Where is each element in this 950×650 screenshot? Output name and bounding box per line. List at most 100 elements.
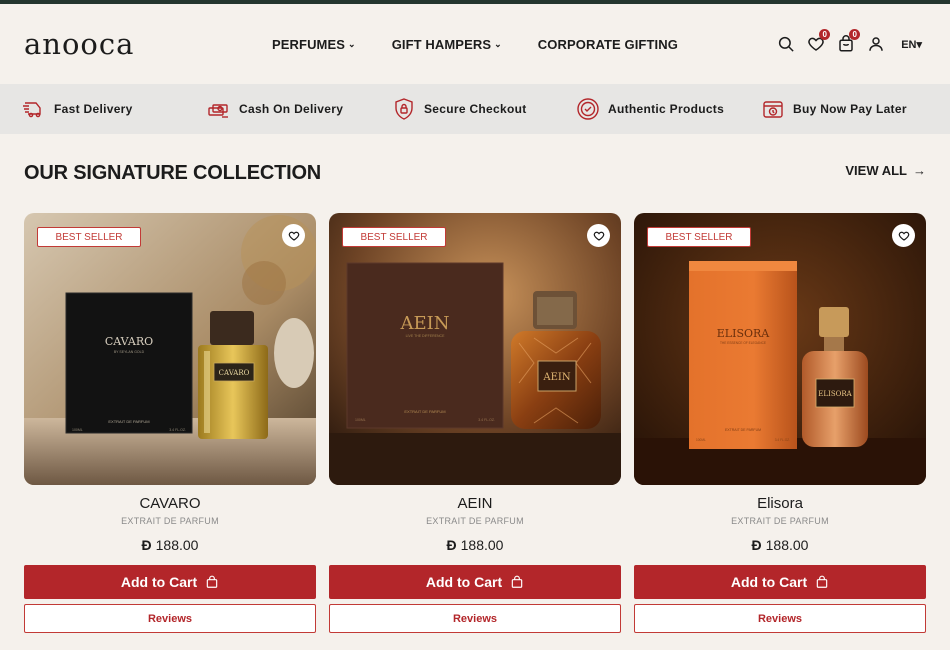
product-name[interactable]: CAVARO: [24, 495, 316, 513]
add-to-cart-button[interactable]: Add to Cart: [634, 565, 926, 599]
view-all-link[interactable]: VIEW ALL →: [845, 163, 926, 178]
currency-symbol: Đ: [446, 537, 457, 553]
feature-label: Cash On Delivery: [239, 102, 344, 116]
box-volume-right: 3.4 FL.OZ.: [478, 418, 495, 422]
best-seller-badge: BEST SELLER: [647, 227, 751, 247]
brand-logo[interactable]: anooca: [24, 27, 274, 61]
box-bottom-text: EXTRAIT DE PARFUM: [404, 409, 445, 414]
chevron-down-icon: ⌄: [348, 38, 356, 49]
reviews-button[interactable]: Reviews: [634, 604, 926, 633]
box-sub-text: BY SEYLAN GOLD: [114, 350, 145, 354]
shield-lock-icon: [395, 98, 413, 120]
feature-secure-checkout: Secure Checkout: [392, 84, 527, 134]
box-bottom-text: EXTRAIT DE PARFUM: [725, 428, 761, 432]
bottle-label-text: AEIN: [542, 372, 570, 383]
best-seller-badge: BEST SELLER: [37, 227, 141, 247]
feature-cash-on-delivery: Cash On Delivery: [207, 84, 343, 134]
certified-badge-icon: [577, 98, 599, 120]
language-selector[interactable]: EN▾: [901, 38, 922, 51]
perfume-photo: ELISORA THE ESSENCE OF ELEGANCE EXTRAIT …: [634, 213, 926, 485]
product-type: EXTRAIT DE PARFUM: [731, 516, 829, 526]
truck-icon: [23, 102, 41, 118]
section-title: OUR SIGNATURE COLLECTION: [24, 162, 322, 184]
product-image[interactable]: AEIN LIVE THE DIFFERENCE EXTRAIT DE PARF…: [329, 213, 621, 485]
feature-label: Authentic Products: [608, 102, 725, 116]
cash-icon: [208, 104, 228, 118]
product-card: ELISORA THE ESSENCE OF ELEGANCE EXTRAIT …: [634, 213, 926, 633]
product-price: Đ 188.00: [24, 537, 316, 553]
nav-corporate-gifting-label: CORPORATE GIFTING: [537, 36, 678, 52]
box-title-text: CAVARO: [105, 335, 153, 348]
product-price: Đ 188.00: [634, 537, 926, 553]
box-bottom-text: EXTRAIT DE PARFUM: [108, 419, 149, 424]
wishlist-toggle[interactable]: [892, 224, 915, 247]
account-icon[interactable]: [867, 35, 885, 53]
product-card: AEIN LIVE THE DIFFERENCE EXTRAIT DE PARF…: [329, 213, 621, 633]
best-seller-badge: BEST SELLER: [342, 227, 446, 247]
nav-perfumes[interactable]: PERFUMES ⌄: [272, 37, 356, 52]
chevron-down-icon: ⌄: [494, 38, 502, 49]
product-card: CAVARO BY SEYLAN GOLD EXTRAIT DE PARFUM …: [24, 213, 316, 633]
clock-wallet-icon: [763, 101, 783, 118]
price-value: 188.00: [155, 537, 199, 553]
product-type: EXTRAIT DE PARFUM: [121, 516, 219, 526]
currency-symbol: Đ: [751, 537, 762, 553]
shopping-bag-icon: [206, 575, 218, 588]
box-volume-right: 3.4 FL.OZ.: [169, 428, 186, 432]
heart-icon: [288, 231, 299, 241]
nav-corporate-gifting[interactable]: CORPORATE GIFTING: [538, 37, 678, 52]
section-header: OUR SIGNATURE COLLECTION VIEW ALL →: [24, 162, 926, 185]
wishlist-toggle[interactable]: [282, 224, 305, 247]
main-nav: PERFUMES ⌄ GIFT HAMPERS ⌄ CORPORATE GIFT…: [272, 4, 678, 84]
reviews-button[interactable]: Reviews: [24, 604, 316, 633]
cart-button[interactable]: 0: [837, 29, 861, 53]
product-grid: CAVARO BY SEYLAN GOLD EXTRAIT DE PARFUM …: [24, 213, 926, 633]
nav-gift-hampers[interactable]: GIFT HAMPERS ⌄: [392, 37, 502, 52]
feature-label: Secure Checkout: [424, 102, 527, 116]
wishlist-button[interactable]: 0: [807, 29, 831, 53]
reviews-button[interactable]: Reviews: [329, 604, 621, 633]
box-volume-right: 3.4 FL.OZ.: [775, 438, 790, 442]
product-image[interactable]: ELISORA THE ESSENCE OF ELEGANCE EXTRAIT …: [634, 213, 926, 485]
price-value: 188.00: [765, 537, 809, 553]
wishlist-toggle[interactable]: [587, 224, 610, 247]
feature-fast-delivery: Fast Delivery: [22, 84, 133, 134]
bottle-label-text: CAVARO: [219, 369, 250, 377]
product-price: Đ 188.00: [329, 537, 621, 553]
nav-perfumes-label: PERFUMES: [272, 36, 346, 52]
cart-count-badge: 0: [849, 29, 861, 40]
box-sub-text: LIVE THE DIFFERENCE: [406, 334, 445, 338]
arrow-right-icon: →: [913, 163, 926, 178]
add-to-cart-label: Add to Cart: [730, 574, 808, 590]
shopping-bag-icon: [511, 575, 523, 588]
add-to-cart-label: Add to Cart: [120, 574, 198, 590]
box-volume-left: 100ML: [696, 438, 706, 442]
shopping-bag-icon: [816, 575, 828, 588]
bottle-label-text: ELISORA: [818, 390, 852, 398]
product-name[interactable]: Elisora: [634, 495, 926, 513]
box-sub-text: THE ESSENCE OF ELEGANCE: [720, 341, 766, 345]
box-volume-left: 100ML: [355, 418, 366, 422]
search-icon[interactable]: [777, 35, 795, 53]
feature-label: Buy Now Pay Later: [793, 102, 907, 116]
box-title-text: ELISORA: [717, 327, 771, 340]
perfume-photo: AEIN LIVE THE DIFFERENCE EXTRAIT DE PARF…: [329, 213, 621, 485]
features-bar: Fast Delivery Cash On Delivery Secure Ch…: [0, 84, 950, 134]
add-to-cart-button[interactable]: Add to Cart: [329, 565, 621, 599]
feature-authentic-products: Authentic Products: [576, 84, 724, 134]
caret-down-icon: ▾: [916, 38, 922, 51]
feature-label: Fast Delivery: [54, 102, 133, 116]
box-volume-left: 100ML: [72, 428, 83, 432]
heart-icon: [898, 231, 909, 241]
add-to-cart-label: Add to Cart: [425, 574, 503, 590]
add-to-cart-button[interactable]: Add to Cart: [24, 565, 316, 599]
language-label: EN: [901, 38, 917, 51]
view-all-label: VIEW ALL: [845, 163, 907, 178]
heart-icon: [593, 231, 604, 241]
product-type: EXTRAIT DE PARFUM: [426, 516, 524, 526]
product-image[interactable]: CAVARO BY SEYLAN GOLD EXTRAIT DE PARFUM …: [24, 213, 316, 485]
header-actions: 0 0 EN▾: [777, 4, 922, 84]
nav-gift-hampers-label: GIFT HAMPERS: [391, 36, 492, 52]
product-name[interactable]: AEIN: [329, 495, 621, 513]
price-value: 188.00: [460, 537, 504, 553]
